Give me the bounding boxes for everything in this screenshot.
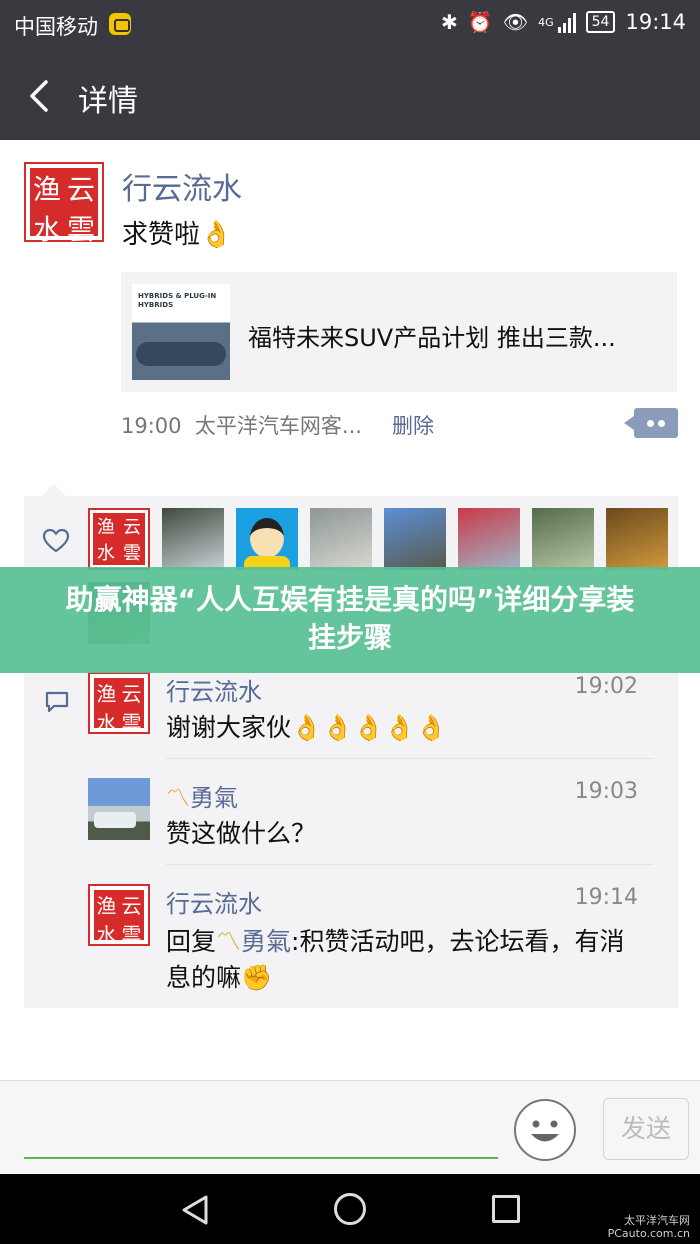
comment-text[interactable]: 回复〽勇氣:积赞活动吧，去论坛看，有消息的嘛✊ xyxy=(166,924,646,996)
comment-input-bar: 发送 xyxy=(0,1080,700,1174)
liker-avatar[interactable] xyxy=(384,508,446,570)
seal-char: 水 xyxy=(32,213,61,246)
post-author-avatar[interactable]: 渔 云 水 雲 xyxy=(24,162,104,246)
reply-prefix: 回复 xyxy=(166,927,217,956)
comment-author[interactable]: 〽勇氣 xyxy=(166,778,238,813)
fist-emoji-icon: ✊ xyxy=(241,963,273,992)
seal-char: 雲 xyxy=(123,543,141,564)
comment-icon xyxy=(45,691,69,713)
shared-link-card[interactable]: HYBRIDS & PLUG-IN HYBRIDS 福特未来SUV产品计划 推出… xyxy=(121,272,677,392)
post-text-content: 求赞啦 xyxy=(122,220,201,250)
liker-avatar[interactable] xyxy=(236,508,298,570)
emoji-picker-icon[interactable] xyxy=(514,1099,576,1161)
post-author-name[interactable]: 行云流水 xyxy=(122,164,242,208)
comment-text-content: 谢谢大家伙 xyxy=(166,713,292,742)
title-bar: 详情 xyxy=(0,50,700,140)
seal-char: 雲 xyxy=(121,923,142,947)
back-arrow-icon[interactable] xyxy=(22,76,62,116)
cartoon-face xyxy=(250,518,284,558)
battery-icon: 54 xyxy=(585,11,616,33)
car-lineup-image xyxy=(136,342,226,366)
bluetooth-icon: ✱ xyxy=(441,10,458,34)
signal-icon xyxy=(557,11,576,33)
seal-char: 雲 xyxy=(66,213,95,246)
link-title: 福特未来SUV产品计划 推出三款... xyxy=(248,324,616,352)
comment-time: 19:14 xyxy=(574,885,638,910)
comment-text[interactable]: 谢谢大家伙👌👌👌👌👌 xyxy=(166,710,646,746)
comment-author[interactable]: 行云流水 xyxy=(166,884,262,919)
liker-avatar[interactable]: 渔云水雲 xyxy=(88,508,150,570)
system-nav-bar: 太平洋汽车网 PCauto.com.cn xyxy=(0,1174,700,1244)
comment-avatar[interactable]: 渔 云 水 雲 xyxy=(88,672,150,735)
eye-icon: 👁 xyxy=(502,10,529,34)
seal-char: 云 xyxy=(121,894,142,918)
comment-divider xyxy=(166,864,654,865)
heart-icon xyxy=(42,528,70,553)
seal-char: 云 xyxy=(123,517,141,538)
post-meta: 19:00 太平洋汽车网客... xyxy=(121,410,362,440)
liker-avatar[interactable] xyxy=(162,508,224,570)
watermark-line: PCauto.com.cn xyxy=(607,1227,690,1240)
carrier-name: 中国移动 xyxy=(14,15,98,39)
nav-recent-apps-icon[interactable] xyxy=(492,1195,520,1223)
comment-input[interactable] xyxy=(24,1157,498,1159)
nav-home-icon[interactable] xyxy=(334,1193,366,1225)
delete-link[interactable]: 删除 xyxy=(392,410,434,440)
seal-char: 水 xyxy=(97,543,115,564)
overlay-banner: 助赢神器“人人互娱有挂是真的吗”详细分享装挂步骤 xyxy=(0,567,700,673)
seal-char: 水 xyxy=(96,711,117,735)
comment-text[interactable]: 赞这做什么？ xyxy=(166,816,646,852)
send-button[interactable]: 发送 xyxy=(603,1098,689,1160)
seal-char: 水 xyxy=(96,923,117,947)
seal-char: 渔 xyxy=(32,173,61,206)
alarm-icon: ⏰ xyxy=(467,10,493,34)
post-source[interactable]: 太平洋汽车网客... xyxy=(195,414,362,438)
victory-emoji-icon: 〽 xyxy=(216,927,242,956)
watermark: 太平洋汽车网 PCauto.com.cn xyxy=(608,1214,690,1240)
liker-avatar[interactable] xyxy=(310,508,372,570)
more-actions-button[interactable] xyxy=(624,408,678,438)
link-thumbnail: HYBRIDS & PLUG-IN HYBRIDS xyxy=(132,284,230,380)
comment-author[interactable]: 行云流水 xyxy=(166,672,262,707)
comment-divider xyxy=(166,758,654,759)
comment-time: 19:03 xyxy=(574,779,638,804)
seal-char: 渔 xyxy=(97,517,115,538)
watermark-line: 太平洋汽车网 xyxy=(624,1214,690,1227)
seal-char: 云 xyxy=(121,682,142,706)
sim-icon xyxy=(109,13,131,35)
liker-avatar[interactable] xyxy=(532,508,594,570)
reply-mention[interactable]: 勇氣 xyxy=(241,927,291,956)
page-title: 详情 xyxy=(78,84,138,119)
victory-emoji-icon: 〽 xyxy=(166,784,190,812)
liker-avatar[interactable] xyxy=(606,508,668,570)
comment-author-name: 勇氣 xyxy=(190,784,238,812)
social-box-caret xyxy=(42,484,66,496)
post-text: 求赞啦👌 xyxy=(122,214,232,251)
seal-char: 雲 xyxy=(121,711,142,735)
status-time: 19:14 xyxy=(625,10,686,34)
nav-back-icon[interactable] xyxy=(180,1194,210,1226)
comment-time: 19:02 xyxy=(574,674,638,699)
comment-avatar[interactable]: 渔 云 水 雲 xyxy=(88,884,150,947)
comment-avatar[interactable] xyxy=(88,778,150,840)
liker-avatar[interactable] xyxy=(458,508,520,570)
post-time: 19:00 xyxy=(121,414,182,438)
ok-hand-emoji-icon: 👌👌👌👌👌 xyxy=(291,713,447,742)
status-bar: 中国移动 ✱ ⏰ 👁 4G 54 19:14 xyxy=(0,0,700,50)
seal-char: 渔 xyxy=(96,894,117,918)
thumbnail-text: HYBRIDS & PLUG-IN HYBRIDS xyxy=(138,292,217,309)
ok-hand-emoji-icon: 👌 xyxy=(200,220,233,250)
seal-char: 渔 xyxy=(96,682,117,706)
network-type: 4G xyxy=(538,15,554,29)
seal-char: 云 xyxy=(66,173,95,206)
